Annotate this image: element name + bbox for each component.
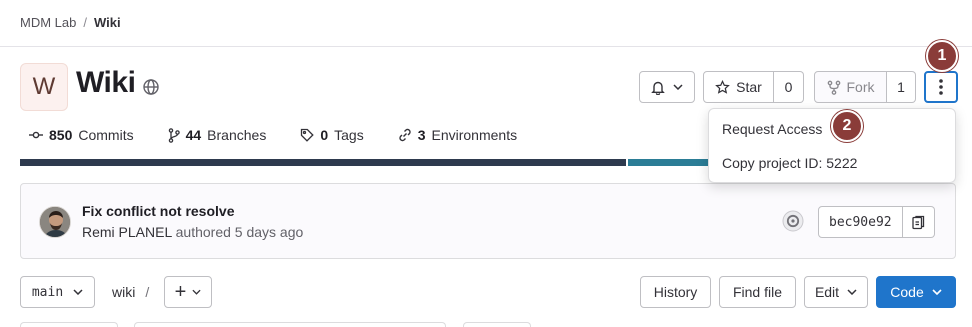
copy-icon	[911, 215, 925, 230]
tag-icon	[300, 128, 315, 142]
breadcrumb-group-link[interactable]: MDM Lab	[20, 15, 76, 30]
environment-icon	[398, 128, 412, 142]
commit-sha-group: bec90e92	[818, 206, 935, 238]
commit-icon	[29, 130, 43, 140]
commits-count: 850	[49, 127, 73, 143]
tags-count: 0	[320, 127, 329, 143]
fork-count[interactable]: 1	[887, 71, 916, 103]
fork-icon	[827, 80, 841, 95]
page-title: Wiki	[76, 66, 136, 99]
project-avatar[interactable]: W	[20, 63, 68, 111]
copy-sha-button[interactable]	[902, 206, 935, 238]
chevron-down-icon	[73, 289, 83, 295]
branch-selector[interactable]: main	[20, 276, 95, 308]
annotation-badge-2: 2	[831, 110, 863, 142]
commit-meta: Remi PLANEL authored 5 days ago	[82, 224, 303, 240]
star-icon	[715, 79, 730, 95]
edit-label: Edit	[814, 284, 840, 300]
commit-sha-button[interactable]: bec90e92	[818, 206, 903, 238]
environments-label: Environments	[431, 127, 518, 143]
find-file-button[interactable]: Find file	[719, 276, 796, 308]
tags-label: Tags	[334, 127, 364, 143]
history-button[interactable]: History	[640, 276, 711, 308]
star-label: Star	[736, 79, 762, 95]
header-divider	[0, 46, 972, 47]
language-bar-segment	[20, 159, 626, 166]
request-access-item[interactable]: Request Access	[722, 121, 822, 137]
bell-icon	[651, 80, 665, 95]
path-separator: /	[145, 284, 150, 300]
branches-label: Branches	[207, 127, 267, 143]
last-commit-panel: Fix conflict not resolve Remi PLANEL aut…	[20, 183, 956, 259]
table-header-fragment	[463, 322, 531, 327]
repo-path-breadcrumb: wiki /	[112, 284, 149, 300]
project-avatar-letter: W	[32, 73, 56, 100]
path-root-link[interactable]: wiki	[112, 284, 135, 300]
chevron-down-icon	[673, 84, 683, 90]
add-to-tree-button[interactable]: +	[164, 276, 212, 308]
edit-dropdown-button[interactable]: Edit	[804, 276, 868, 308]
branch-name: main	[31, 284, 64, 300]
annotation-badge-1: 1	[926, 40, 958, 72]
chevron-down-icon	[847, 289, 857, 295]
breadcrumb-separator: /	[83, 15, 87, 30]
code-dropdown-button[interactable]: Code	[876, 276, 956, 308]
branches-link[interactable]: 44 Branches	[168, 127, 267, 143]
fork-button[interactable]: Fork	[814, 71, 887, 103]
commit-time: authored 5 days ago	[175, 224, 304, 240]
copy-project-id-item[interactable]: Copy project ID: 5222	[722, 155, 857, 171]
kebab-icon	[939, 79, 943, 95]
plus-icon: +	[174, 281, 187, 303]
table-header-fragment	[134, 322, 446, 327]
code-label: Code	[890, 284, 924, 300]
chevron-down-icon	[932, 289, 942, 295]
commit-title-link[interactable]: Fix conflict not resolve	[82, 203, 234, 219]
globe-icon	[142, 78, 160, 96]
notifications-button[interactable]	[639, 71, 695, 103]
commits-link[interactable]: 850 Commits	[29, 127, 134, 143]
commits-label: Commits	[78, 127, 134, 143]
fork-button-group: Fork 1	[814, 71, 916, 103]
breadcrumb-project-link[interactable]: Wiki	[94, 15, 121, 30]
project-stats: 850 Commits 44 Branches 0 Tags 3 Environ…	[29, 127, 517, 143]
breadcrumb: MDM Lab / Wiki	[20, 15, 121, 30]
pipeline-status-icon[interactable]	[782, 210, 804, 232]
environments-count: 3	[417, 127, 426, 143]
avatar[interactable]	[39, 206, 71, 238]
more-actions-button[interactable]	[924, 71, 958, 103]
tags-link[interactable]: 0 Tags	[300, 127, 364, 143]
fork-label: Fork	[846, 79, 875, 95]
table-header-fragment	[20, 322, 118, 327]
branch-icon	[168, 127, 180, 143]
star-button-group: Star 0	[703, 71, 804, 103]
chevron-down-icon	[192, 289, 201, 295]
branches-count: 44	[185, 127, 202, 143]
commit-author-link[interactable]: Remi PLANEL	[82, 224, 172, 240]
environments-link[interactable]: 3 Environments	[398, 127, 517, 143]
star-count[interactable]: 0	[774, 71, 804, 103]
star-button[interactable]: Star	[703, 71, 774, 103]
repository-language-bar	[20, 159, 758, 166]
